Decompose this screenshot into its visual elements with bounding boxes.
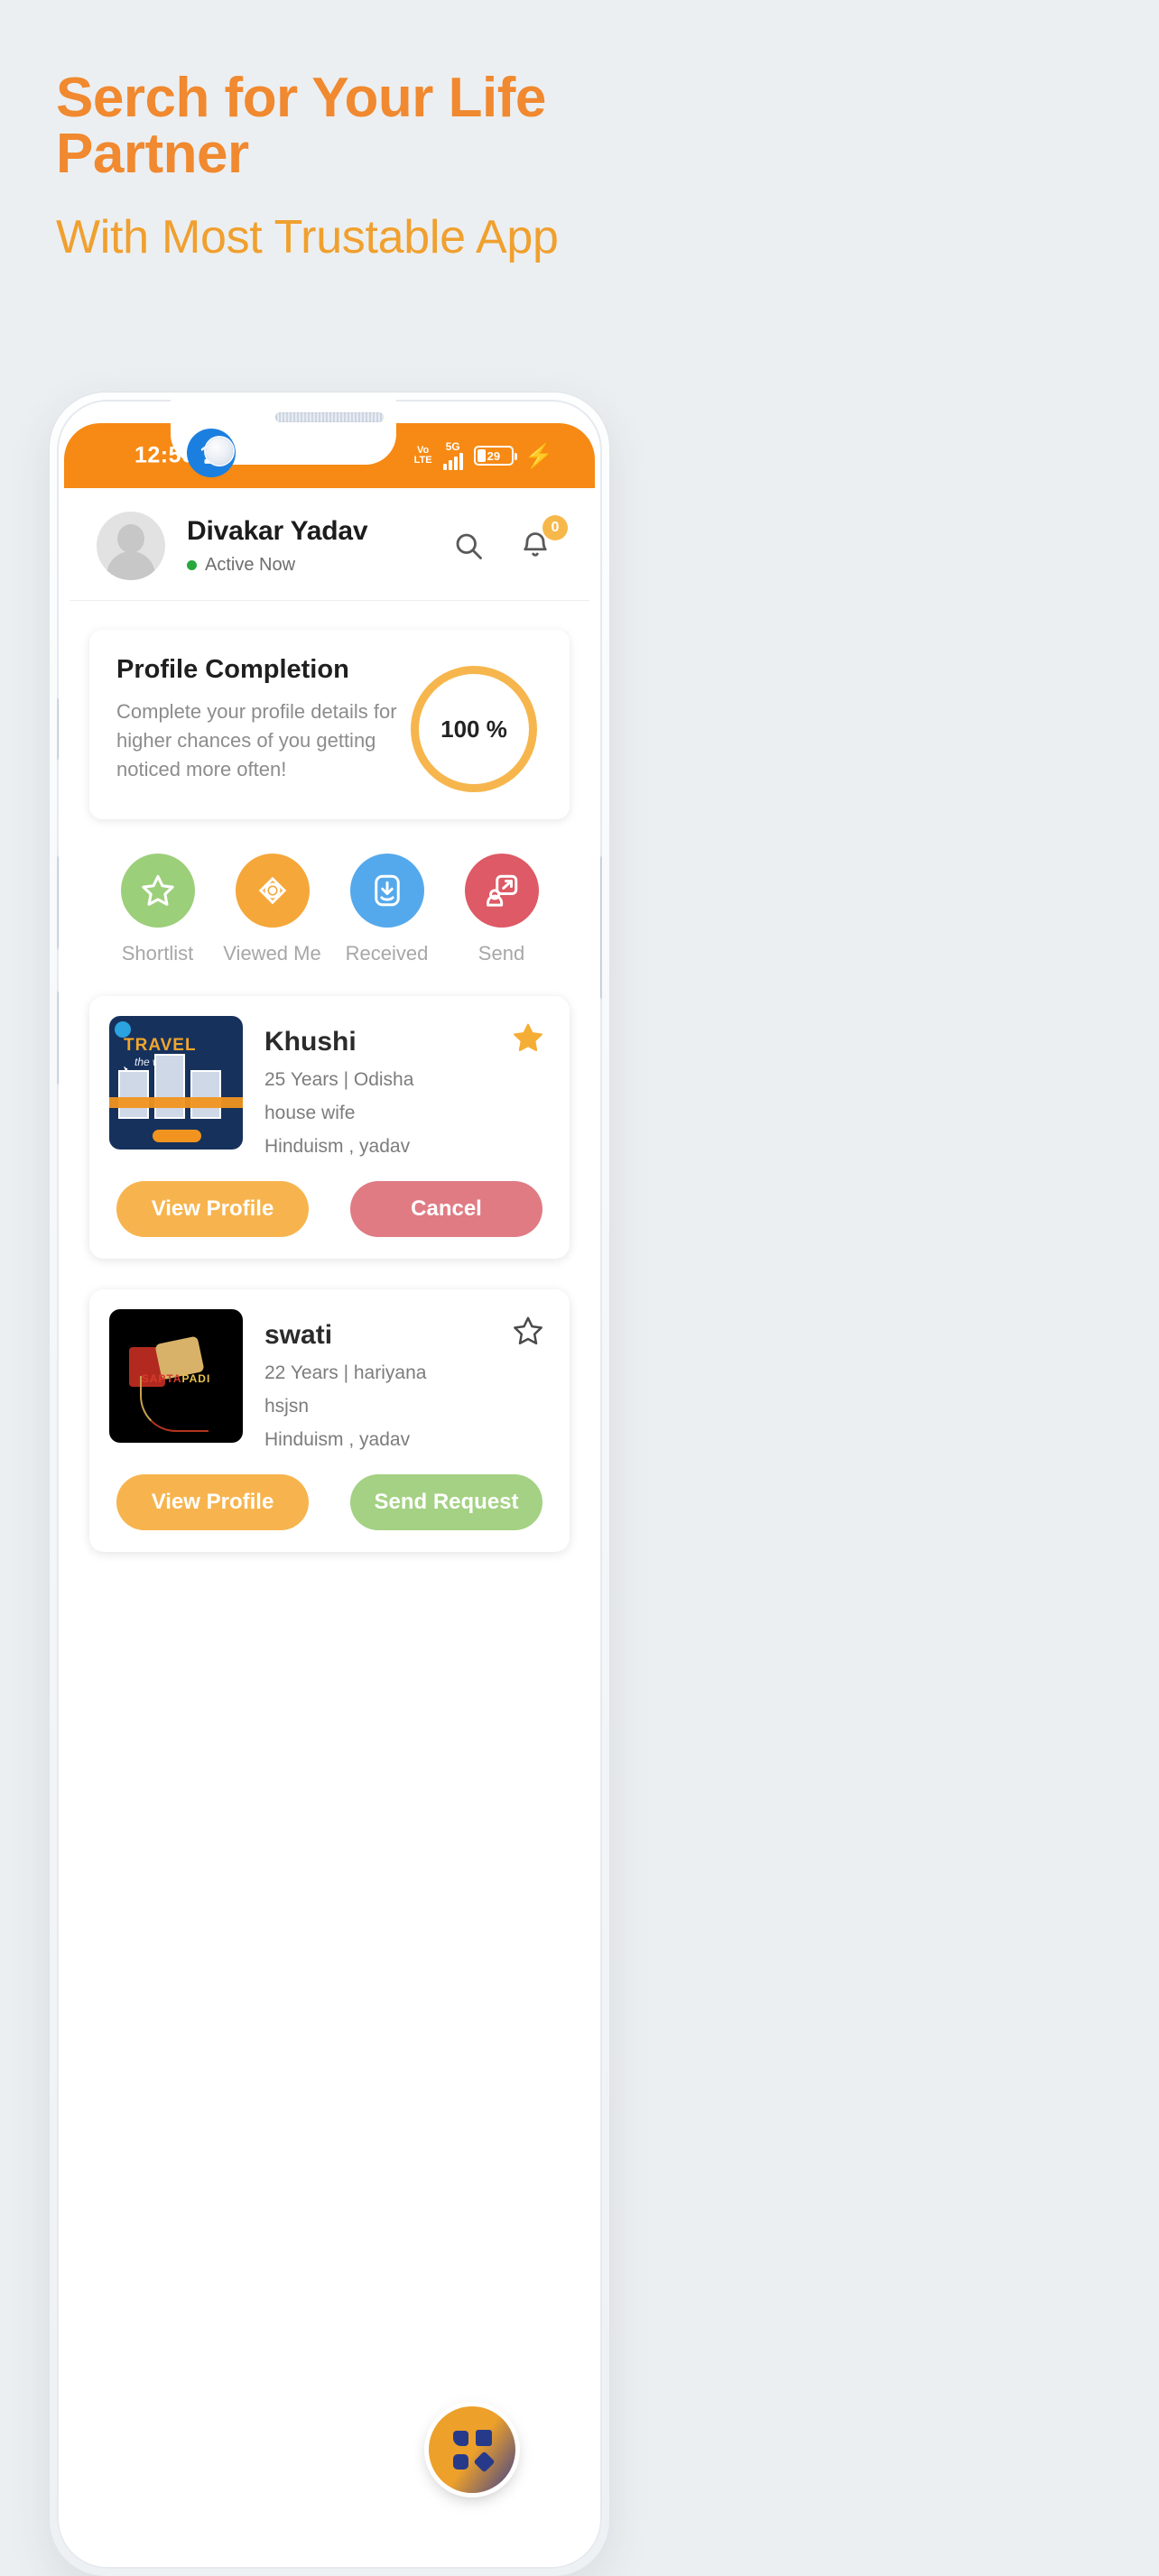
profile-completion-card[interactable]: Profile Completion Complete your profile… — [89, 630, 570, 819]
phone-mockup: 12:56 Vo LTE 5G 29 ⚡ Divakar Yadav Activ… — [50, 392, 609, 2576]
profile-card[interactable]: SAPTAPADI swati 22 Years | hariyana hsjs… — [89, 1289, 570, 1552]
profile-religion-caste: Hinduism , yadav — [264, 1136, 411, 1157]
quick-action-send[interactable]: Send — [444, 854, 559, 965]
status-dot-icon — [187, 560, 197, 570]
search-icon — [456, 533, 482, 559]
app-header-bar: Divakar Yadav Active Now 0 — [70, 488, 589, 601]
quick-actions-row: Shortlist Viewed Me Received Send — [64, 819, 595, 965]
notification-badge: 0 — [542, 515, 568, 540]
phone-volume-down-button[interactable] — [57, 991, 59, 1085]
quick-action-label: Send — [478, 942, 525, 965]
received-button[interactable] — [349, 854, 424, 928]
fab-shape-2 — [476, 2430, 492, 2446]
status-bar-clock: 12:56 — [134, 442, 195, 468]
signal-strength-icon: 5G — [442, 441, 463, 470]
fab-shape-1 — [452, 2430, 468, 2446]
send-request-icon — [486, 874, 517, 907]
front-camera-icon — [206, 438, 233, 465]
thumb-book-now-button — [153, 1130, 201, 1142]
shortlist-star-toggle[interactable] — [510, 1020, 546, 1060]
profile-age-location: 22 Years | hariyana — [264, 1362, 427, 1383]
cancel-button[interactable]: Cancel — [350, 1181, 542, 1237]
quick-action-label: Shortlist — [121, 942, 194, 965]
status-bar-indicators: Vo LTE 5G 29 ⚡ — [414, 441, 553, 470]
quick-action-label: Viewed Me — [223, 942, 321, 965]
viewed-me-button[interactable] — [235, 854, 310, 928]
star-filled-icon — [514, 1023, 542, 1051]
eye-icon — [258, 876, 286, 905]
profile-name: Khushi — [264, 1027, 357, 1057]
profile-completion-percent: 100 % — [440, 715, 507, 743]
phone-power-button[interactable] — [600, 855, 602, 1000]
fab-shape-4 — [472, 2450, 496, 2473]
profile-occupation: hsjsn — [264, 1396, 310, 1417]
profile-age-location: 25 Years | Odisha — [264, 1069, 414, 1090]
profile-completion-title: Profile Completion — [116, 655, 349, 684]
fab-shape-3 — [452, 2453, 468, 2470]
search-button[interactable] — [449, 526, 488, 566]
send-button[interactable] — [464, 854, 539, 928]
phone-screen: 12:56 Vo LTE 5G 29 ⚡ Divakar Yadav Activ… — [57, 400, 602, 2569]
header-user-block: Divakar Yadav Active Now — [187, 516, 449, 576]
user-name: Divakar Yadav — [187, 516, 368, 546]
shortlist-star-toggle[interactable] — [510, 1313, 546, 1353]
quick-action-received[interactable]: Received — [329, 854, 444, 965]
profile-completion-text: Profile Completion Complete your profile… — [116, 655, 402, 784]
promo-header: Serch for Your Life Partner With Most Tr… — [56, 70, 1103, 263]
signal-bars-icon — [442, 452, 463, 470]
profile-thumbnail[interactable]: SAPTAPADI — [109, 1309, 243, 1443]
battery-percent-label: 29 — [487, 448, 501, 463]
user-status: Active Now — [187, 555, 449, 576]
profile-thumbnail[interactable]: TRAVEL the world ✈ — [109, 1016, 243, 1150]
profile-completion-description: Complete your profile details for higher… — [116, 700, 397, 780]
status-label: Active Now — [205, 555, 296, 575]
promo-headline: Serch for Your Life Partner — [56, 67, 546, 185]
profile-occupation: house wife — [264, 1103, 356, 1123]
promo-subheadline: With Most Trustable App — [56, 211, 559, 263]
app-content: Divakar Yadav Active Now 0 Profile Compl… — [64, 488, 595, 2562]
profile-card[interactable]: TRAVEL the world ✈ Khushi 25 Years | Odi… — [89, 996, 570, 1259]
thumb-title: SAPTAPADI — [141, 1371, 211, 1385]
volte-icon: Vo LTE — [413, 445, 432, 466]
star-outline-icon — [141, 874, 174, 906]
charging-bolt-icon: ⚡ — [524, 442, 553, 469]
thumb-title: TRAVEL — [124, 1036, 197, 1055]
view-profile-button[interactable]: View Profile — [116, 1474, 309, 1530]
phone-side-button-top[interactable] — [57, 697, 59, 761]
inbox-download-icon — [374, 874, 400, 907]
quick-action-label: Received — [345, 942, 429, 965]
send-request-button[interactable]: Send Request — [350, 1474, 542, 1530]
star-outline-icon — [514, 1316, 542, 1345]
profile-name: swati — [264, 1320, 333, 1350]
status-bar: 12:56 Vo LTE 5G 29 ⚡ — [64, 400, 595, 488]
apps-grid-fab[interactable] — [429, 2406, 515, 2493]
shortlist-button[interactable] — [120, 854, 195, 928]
view-profile-button[interactable]: View Profile — [116, 1181, 309, 1237]
profile-completion-ring: 100 % — [411, 666, 537, 792]
profile-religion-caste: Hinduism , yadav — [264, 1429, 411, 1450]
avatar[interactable] — [97, 512, 165, 580]
header-actions: 0 — [449, 515, 568, 566]
earpiece-speaker-grille — [275, 412, 384, 422]
battery-icon: 29 — [473, 446, 517, 466]
quick-action-viewed-me[interactable]: Viewed Me — [215, 854, 329, 965]
quick-action-shortlist[interactable]: Shortlist — [100, 854, 215, 965]
notifications-button[interactable]: 0 — [515, 515, 568, 566]
phone-volume-up-button[interactable] — [57, 855, 59, 950]
